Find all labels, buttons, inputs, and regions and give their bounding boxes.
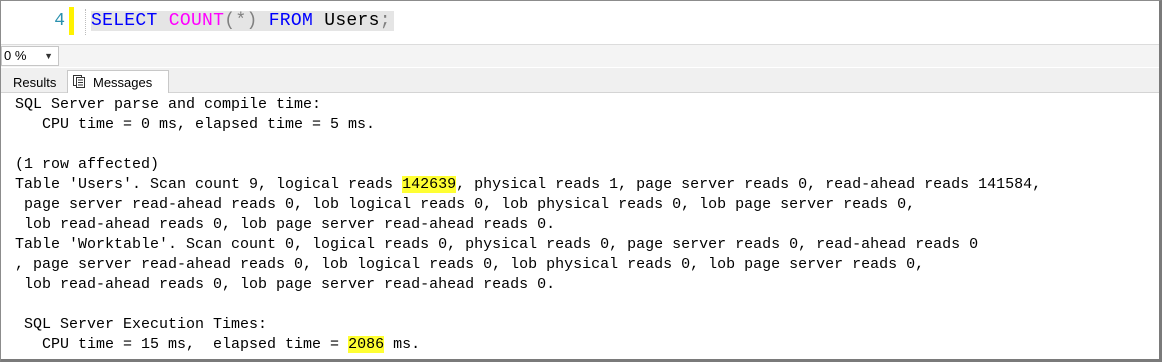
- table-identifier: Users: [324, 11, 380, 31]
- elapsed-time-highlight: 2086: [348, 336, 385, 353]
- keyword-from: FROM: [268, 11, 314, 31]
- users-stats-line-2: page server read-ahead reads 0, lob logi…: [15, 196, 916, 213]
- parse-header: SQL Server parse and compile time:: [15, 96, 322, 113]
- exec-cpu-line: CPU time = 15 ms, elapsed time = 2086 ms…: [15, 335, 1041, 355]
- parse-cpu-line: CPU time = 0 ms, elapsed time = 5 ms.: [15, 116, 376, 133]
- change-marker: [69, 7, 74, 35]
- results-tab-strip: Results Messages: [1, 68, 1159, 93]
- open-paren: (: [224, 11, 236, 31]
- worktable-stats-line: Table 'Worktable'. Scan count 0, logical…: [15, 236, 979, 253]
- users-stats-line: Table 'Users'. Scan count 9, logical rea…: [15, 175, 1041, 195]
- query-editor[interactable]: 4 SELECT COUNT(*) FROM Users;: [1, 1, 1159, 43]
- tab-messages[interactable]: Messages: [67, 70, 169, 93]
- worktable-stats-line-2: , page server read-ahead reads 0, lob lo…: [15, 256, 925, 273]
- code-line[interactable]: SELECT COUNT(*) FROM Users;: [91, 11, 394, 31]
- messages-icon: [73, 75, 85, 88]
- star-operator: *: [235, 11, 247, 31]
- logical-reads-highlight: 142639: [402, 176, 457, 193]
- exec-cpu-prefix: CPU time = 15 ms, elapsed time =: [15, 336, 349, 353]
- zoom-dropdown[interactable]: 0 % ▼: [1, 46, 59, 66]
- chevron-down-icon[interactable]: ▼: [44, 47, 53, 65]
- tab-messages-label: Messages: [93, 75, 153, 90]
- indent-guide: [85, 9, 86, 35]
- exec-cpu-suffix: ms.: [384, 336, 421, 353]
- users-stats-prefix: Table 'Users'. Scan count 9, logical rea…: [15, 176, 403, 193]
- worktable-stats-line-3: lob read-ahead reads 0, lob page server …: [15, 276, 556, 293]
- users-stats-line-3: lob read-ahead reads 0, lob page server …: [15, 216, 556, 233]
- close-paren: ): [246, 11, 258, 31]
- execution-times-header: SQL Server Execution Times:: [15, 316, 268, 333]
- zoom-bar: 0 % ▼: [1, 44, 1159, 67]
- ssms-query-window: 4 SELECT COUNT(*) FROM Users; 0 % ▼ Resu…: [0, 0, 1162, 362]
- users-stats-suffix: , physical reads 1, page server reads 0,…: [456, 176, 1042, 193]
- tab-results-label: Results: [13, 75, 57, 90]
- rows-affected: (1 row affected): [15, 156, 160, 173]
- semicolon: ;: [379, 11, 391, 31]
- line-number: 4: [54, 11, 65, 31]
- function-count: COUNT: [168, 11, 225, 31]
- messages-output[interactable]: SQL Server parse and compile time: CPU t…: [15, 95, 1041, 355]
- zoom-value: 0 %: [4, 48, 27, 63]
- keyword-select: SELECT: [91, 11, 158, 31]
- tab-results[interactable]: Results: [7, 70, 65, 91]
